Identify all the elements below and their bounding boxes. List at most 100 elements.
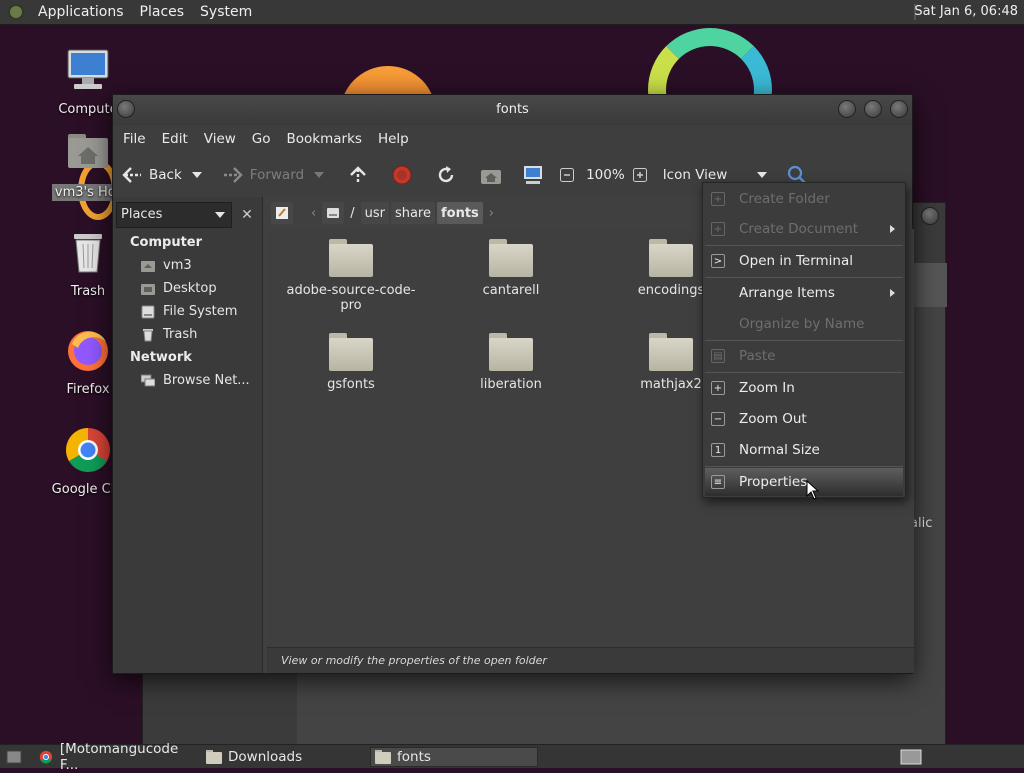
sidebar-item-file-system[interactable]: File System (141, 304, 237, 319)
context-menu: + Create Folder + Create Document > Open… (702, 182, 906, 498)
sidebar-item-label: Desktop (163, 281, 217, 296)
folder-label: gsfonts (327, 377, 375, 392)
zoom-level[interactable]: 100% (586, 167, 625, 183)
network-icon (141, 374, 155, 386)
computer-button[interactable] (522, 165, 550, 185)
folder-item[interactable]: gsfonts (286, 333, 416, 392)
menu-applications[interactable]: Applications (30, 4, 132, 20)
menu-separator (705, 245, 903, 246)
window-menu-button[interactable] (117, 100, 135, 118)
close-button[interactable] (890, 100, 908, 118)
computer-icon (524, 166, 543, 184)
menu-item-label: Zoom In (739, 380, 795, 396)
desktop-folder-icon (141, 283, 155, 295)
folder-item[interactable]: adobe-source-code-pro (286, 239, 416, 313)
menu-bookmarks[interactable]: Bookmarks (279, 131, 370, 147)
zoom-in-icon: + (711, 381, 725, 395)
menu-item-create-document[interactable]: + Create Document (705, 215, 903, 243)
menu-item-organize-by-name[interactable]: Organize by Name (705, 310, 903, 338)
folder-label: adobe-source-code-pro (286, 283, 416, 313)
sidebar-item-browse-network[interactable]: Browse Net... (141, 373, 250, 388)
back-arrow-icon (122, 167, 141, 183)
terminal-icon: > (711, 254, 725, 268)
sidebar-close-button[interactable]: ✕ (235, 202, 259, 228)
background-window-button[interactable] (921, 207, 939, 225)
zoom-in-icon (632, 168, 647, 182)
back-button[interactable]: Back (121, 166, 182, 184)
zoom-out-button[interactable] (560, 168, 580, 182)
menubar: File Edit View Go Bookmarks Help (113, 125, 912, 153)
menu-system[interactable]: System (192, 4, 260, 20)
stop-button[interactable] (392, 165, 418, 185)
zoom-out-icon: − (711, 412, 725, 426)
path-crumb-usr[interactable]: usr (360, 202, 389, 224)
task-browser[interactable]: [Motomangucode F... (34, 741, 200, 773)
menu-view[interactable]: View (196, 131, 244, 147)
menu-file[interactable]: File (115, 131, 154, 147)
path-scroll-right[interactable]: › (485, 202, 498, 224)
firefox-icon (68, 331, 108, 371)
menu-places[interactable]: Places (132, 4, 193, 20)
path-crumb-fonts[interactable]: fonts (437, 202, 483, 224)
task-label: [Motomangucode F... (59, 741, 179, 773)
task-downloads[interactable]: Downloads (202, 747, 368, 767)
path-root-button[interactable] (322, 202, 345, 224)
clock[interactable]: Sat Jan 6, 06:48 (914, 4, 1018, 19)
stop-icon (392, 165, 412, 185)
minimize-button[interactable] (838, 100, 856, 118)
reload-button[interactable] (436, 165, 462, 185)
menu-item-open-terminal[interactable]: > Open in Terminal (705, 247, 903, 275)
zoom-in-button[interactable] (632, 168, 653, 182)
window-titlebar[interactable]: fonts (113, 95, 912, 125)
home-folder-icon (68, 134, 108, 168)
sidebar-item-trash[interactable]: Trash (141, 327, 197, 342)
folder-item[interactable]: liberation (446, 333, 576, 392)
forward-arrow-icon (223, 167, 243, 183)
menu-item-paste[interactable]: ▤ Paste (705, 342, 903, 370)
top-panel: Applications Places System Sat Jan 6, 06… (0, 0, 1024, 25)
sidebar-pane-select[interactable]: Places (116, 202, 232, 228)
new-document-icon: + (711, 222, 725, 236)
menu-item-normal-size[interactable]: 1 Normal Size (705, 436, 903, 464)
task-label: fonts (397, 749, 431, 765)
sidebar-item-label: File System (163, 304, 238, 319)
menu-item-create-folder[interactable]: + Create Folder (705, 185, 903, 213)
menu-item-zoom-in[interactable]: + Zoom In (705, 374, 903, 402)
sidebar-item-desktop[interactable]: Desktop (141, 281, 217, 296)
menu-item-label: Arrange Items (739, 285, 835, 301)
menu-item-zoom-out[interactable]: − Zoom Out (705, 405, 903, 433)
path-crumb-share[interactable]: share (390, 202, 435, 224)
chrome-icon (66, 428, 110, 472)
menu-edit[interactable]: Edit (154, 131, 196, 147)
menu-separator (705, 372, 903, 373)
task-fonts[interactable]: fonts (370, 747, 538, 767)
folder-icon (375, 750, 391, 764)
menu-separator (705, 340, 903, 341)
folder-icon (329, 239, 373, 277)
folder-label: liberation (480, 377, 542, 392)
up-arrow-icon (350, 166, 366, 183)
view-mode-select[interactable]: Icon View (663, 167, 773, 183)
sidebar-pane-label: Places (121, 207, 163, 222)
back-history-dropdown[interactable] (191, 171, 208, 179)
path-scroll-left[interactable]: ‹ (307, 202, 320, 224)
menu-item-label: Properties (739, 474, 808, 490)
trash-icon (74, 234, 102, 273)
forward-history-dropdown[interactable] (314, 171, 330, 179)
menu-help[interactable]: Help (370, 131, 417, 147)
maximize-button[interactable] (864, 100, 882, 118)
sidebar-item-label: vm3 (163, 258, 192, 273)
show-desktop-button[interactable] (2, 747, 24, 767)
drive-icon (141, 305, 155, 318)
sidebar-item-vm3[interactable]: vm3 (141, 258, 192, 273)
toggle-location-button[interactable] (271, 202, 293, 224)
forward-button[interactable]: Forward (222, 166, 304, 184)
folder-item[interactable]: cantarell (446, 239, 576, 298)
menu-item-properties[interactable]: ≡ Properties (705, 468, 903, 496)
system-logo-icon[interactable] (8, 4, 24, 20)
up-button[interactable] (348, 165, 374, 185)
menu-item-arrange-items[interactable]: Arrange Items (705, 279, 903, 307)
menu-go[interactable]: Go (244, 131, 279, 147)
workspace-switcher[interactable] (896, 747, 924, 767)
home-button[interactable] (480, 165, 508, 185)
